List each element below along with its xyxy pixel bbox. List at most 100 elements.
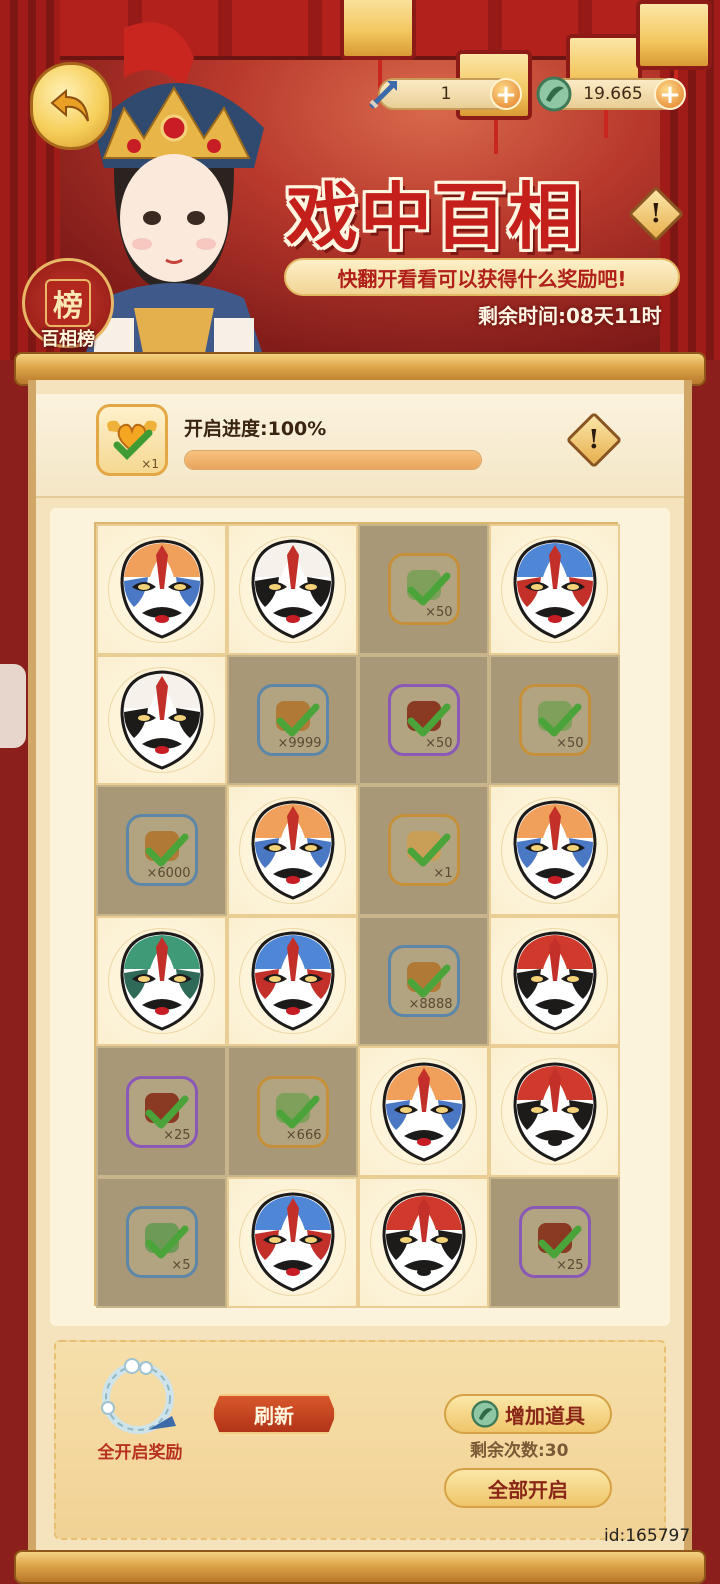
opera-mask-icon <box>512 1062 597 1162</box>
checkmark-icon <box>276 703 319 737</box>
completion-reward-label: 全开启奖励 <box>97 1443 183 1463</box>
opera-mask-icon <box>512 539 597 639</box>
checkmark-icon <box>145 1095 188 1129</box>
currency-jade-coin: 19.665 + <box>536 76 686 112</box>
info-icon: ! <box>588 424 600 455</box>
checkmark-icon <box>145 1225 188 1259</box>
opened-reward-card[interactable]: ×25 <box>489 1176 620 1308</box>
leaderboard-icon: 榜 <box>45 279 91 327</box>
checkmark-icon <box>407 833 450 867</box>
progress-reward-chest[interactable]: ×1 <box>96 404 168 476</box>
reward-quantity: ×50 <box>556 735 584 751</box>
opened-reward-card[interactable]: ×50 <box>358 524 489 655</box>
reward-item: ×1 <box>387 814 460 887</box>
checkmark-icon <box>145 833 188 867</box>
opera-mask-icon <box>512 800 597 901</box>
checkmark-icon <box>538 703 581 737</box>
opera-mask-icon <box>250 1192 335 1292</box>
checkmark-icon <box>538 1225 581 1259</box>
lantern-decoration <box>340 0 416 94</box>
opened-reward-card[interactable]: ×666 <box>227 1046 358 1177</box>
opera-mask-icon <box>119 931 204 1031</box>
opera-mask-icon <box>512 931 597 1031</box>
mask-card[interactable] <box>489 1046 620 1177</box>
opened-reward-card[interactable]: ×50 <box>358 654 489 786</box>
opened-reward-card[interactable]: ×50 <box>489 654 620 786</box>
opera-mask-icon <box>119 539 204 639</box>
leaderboard-label: 百相榜 <box>41 329 95 350</box>
open-all-button[interactable]: 全部开启 <box>444 1468 612 1508</box>
checkmark-icon <box>407 572 450 606</box>
event-subtitle: 快翻开看看可以获得什么奖励吧! <box>284 258 680 296</box>
add-item-button[interactable]: 增加道具 <box>444 1394 612 1434</box>
add-arrow-token-button[interactable]: + <box>490 78 522 110</box>
add-jade-coin-button[interactable]: + <box>654 78 686 110</box>
reward-quantity: ×666 <box>285 1127 322 1143</box>
opera-mask-icon <box>381 1192 466 1292</box>
opened-reward-card[interactable]: ×9999 <box>227 654 358 786</box>
reward-quantity: ×25 <box>163 1127 191 1143</box>
mask-card[interactable] <box>227 1176 358 1308</box>
reward-quantity: ×50 <box>425 735 453 751</box>
refresh-button[interactable]: 刷新 <box>212 1394 336 1434</box>
mask-card[interactable] <box>358 1046 489 1177</box>
reward-quantity: ×9999 <box>277 735 322 751</box>
opera-mask-icon <box>381 1062 466 1162</box>
opera-mask-icon <box>250 800 335 901</box>
side-drawer-handle[interactable] <box>0 664 26 748</box>
mask-card[interactable] <box>358 1176 489 1308</box>
reward-item: ×25 <box>125 1075 198 1148</box>
completion-reward-wreath-icon[interactable] <box>92 1354 184 1440</box>
opera-mask-icon <box>250 539 335 639</box>
opened-reward-card[interactable]: ×6000 <box>96 785 227 916</box>
reward-item: ×666 <box>256 1075 329 1148</box>
reward-quantity: ×6000 <box>146 866 191 882</box>
mask-card[interactable] <box>489 785 620 916</box>
reward-item: ×50 <box>387 683 460 756</box>
opened-reward-card[interactable]: ×5 <box>96 1176 227 1308</box>
mask-card[interactable] <box>96 654 227 786</box>
back-arrow-icon <box>50 88 89 122</box>
jade-coin-icon <box>471 1400 499 1428</box>
mask-card[interactable] <box>489 915 620 1047</box>
progress-label: 开启进度:100% <box>184 418 327 440</box>
reward-quantity: ×25 <box>556 1258 584 1274</box>
scroll-rod-bottom <box>14 1550 706 1584</box>
reward-quantity: ×5 <box>171 1258 191 1274</box>
mask-card[interactable] <box>227 915 358 1047</box>
reward-item: ×50 <box>387 553 460 626</box>
mask-card[interactable] <box>489 524 620 655</box>
progress-bar <box>184 450 482 470</box>
reward-item: ×8888 <box>387 945 460 1018</box>
add-item-label: 增加道具 <box>505 1403 585 1428</box>
event-title: 戏中百相 <box>286 174 583 259</box>
remaining-time: 剩余时间:08天11时 <box>478 304 662 328</box>
progress-bar-fill <box>185 451 481 469</box>
checkmark-icon <box>407 964 450 998</box>
reward-quantity: ×50 <box>425 605 453 621</box>
reward-item: ×6000 <box>125 814 198 887</box>
mask-card[interactable] <box>96 524 227 655</box>
reward-item: ×5 <box>125 1206 198 1279</box>
user-id: id:165797 <box>604 1526 691 1546</box>
opera-mask-icon <box>119 670 204 770</box>
currency-arrow-token: 1 + <box>369 78 522 110</box>
opened-reward-card[interactable]: ×25 <box>96 1046 227 1177</box>
jade-coin-icon <box>534 74 574 114</box>
opened-reward-card[interactable]: ×1 <box>358 785 489 916</box>
opera-mask-icon <box>250 931 335 1031</box>
reward-item: ×25 <box>518 1206 591 1279</box>
leaderboard-button[interactable]: 榜 百相榜 <box>22 258 114 350</box>
reward-item: ×9999 <box>256 683 329 756</box>
mask-card[interactable] <box>227 785 358 916</box>
opened-reward-card[interactable]: ×8888 <box>358 915 489 1047</box>
flip-card-grid: ×50 ×9999 ×50 ×50 ×6000 ×1 ×8888 ×25 ×666 ×5 ×25 <box>94 522 620 1308</box>
reward-quantity: ×1 <box>433 866 453 882</box>
reward-item: ×50 <box>518 683 591 756</box>
reward-count: ×1 <box>141 457 159 471</box>
back-button[interactable] <box>30 62 112 150</box>
mask-card[interactable] <box>96 915 227 1047</box>
lantern-decoration <box>636 0 712 104</box>
mask-card[interactable] <box>227 524 358 655</box>
arrow-token-icon <box>364 74 404 114</box>
